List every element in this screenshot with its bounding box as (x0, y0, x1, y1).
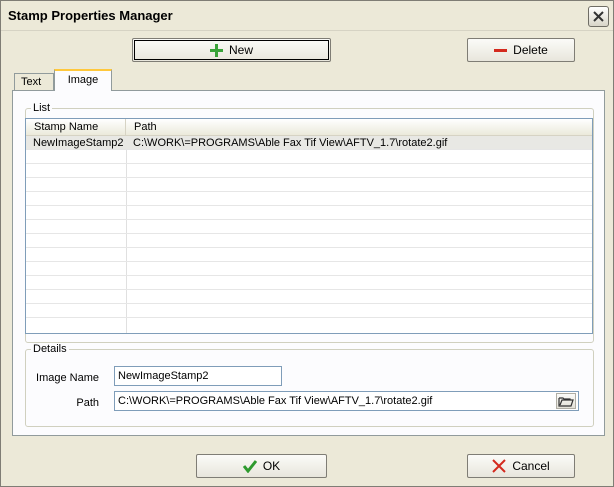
empty-row (26, 150, 592, 164)
column-header-stamp-name[interactable]: Stamp Name (26, 119, 126, 136)
empty-row (26, 164, 592, 178)
new-button-label: New (228, 43, 253, 57)
minus-icon (494, 48, 508, 52)
table-row[interactable]: NewImageStamp2 C:\WORK\=PROGRAMS\Able Fa… (26, 136, 592, 150)
delete-button[interactable]: Delete (467, 38, 575, 62)
close-icon (593, 11, 604, 22)
x-icon (492, 459, 507, 473)
open-folder-icon (558, 397, 574, 407)
delete-button-label: Delete (513, 43, 548, 57)
details-group: Details (25, 343, 594, 427)
cancel-button[interactable]: Cancel (467, 454, 575, 478)
list-header: Stamp Name Path (26, 119, 592, 136)
tab-text[interactable]: Text (14, 73, 54, 91)
browse-button[interactable] (556, 393, 576, 409)
tab-image[interactable]: Image (54, 69, 112, 91)
close-button[interactable] (588, 6, 609, 27)
empty-row (26, 178, 592, 192)
empty-row (26, 234, 592, 248)
empty-row (26, 290, 592, 304)
plus-icon (209, 43, 223, 57)
empty-row (26, 206, 592, 220)
image-name-label: Image Name (36, 372, 99, 384)
column-header-path[interactable]: Path (126, 119, 592, 136)
list-rows: NewImageStamp2 C:\WORK\=PROGRAMS\Able Fa… (26, 136, 592, 318)
title-bar[interactable]: Stamp Properties Manager (1, 1, 613, 31)
image-name-input[interactable]: NewImageStamp2 (114, 366, 282, 386)
image-tab-panel: List Stamp Name Path NewImageStamp2 C:\W… (12, 90, 605, 436)
details-group-label: Details (31, 343, 69, 355)
cell-path: C:\WORK\=PROGRAMS\Able Fax Tif View\AFTV… (133, 137, 448, 149)
path-label: Path (76, 397, 99, 409)
path-value: C:\WORK\=PROGRAMS\Able Fax Tif View\AFTV… (118, 395, 433, 407)
list-group-label: List (31, 102, 53, 114)
path-input[interactable]: C:\WORK\=PROGRAMS\Able Fax Tif View\AFTV… (114, 391, 579, 411)
dialog-window: Stamp Properties Manager New Delete Text… (0, 0, 614, 487)
window-title: Stamp Properties Manager (8, 8, 173, 23)
ok-button-label: OK (262, 459, 281, 473)
empty-row (26, 304, 592, 318)
empty-row (26, 262, 592, 276)
empty-row (26, 276, 592, 290)
empty-row (26, 248, 592, 262)
empty-row (26, 192, 592, 206)
stamp-list[interactable]: Stamp Name Path NewImageStamp2 C:\WORK\=… (25, 118, 593, 334)
empty-row (26, 220, 592, 234)
new-button[interactable]: New (132, 38, 331, 62)
cancel-button-label: Cancel (512, 459, 550, 473)
checkmark-icon (242, 460, 257, 473)
ok-button[interactable]: OK (196, 454, 327, 478)
cell-stamp-name: NewImageStamp2 (33, 137, 124, 149)
